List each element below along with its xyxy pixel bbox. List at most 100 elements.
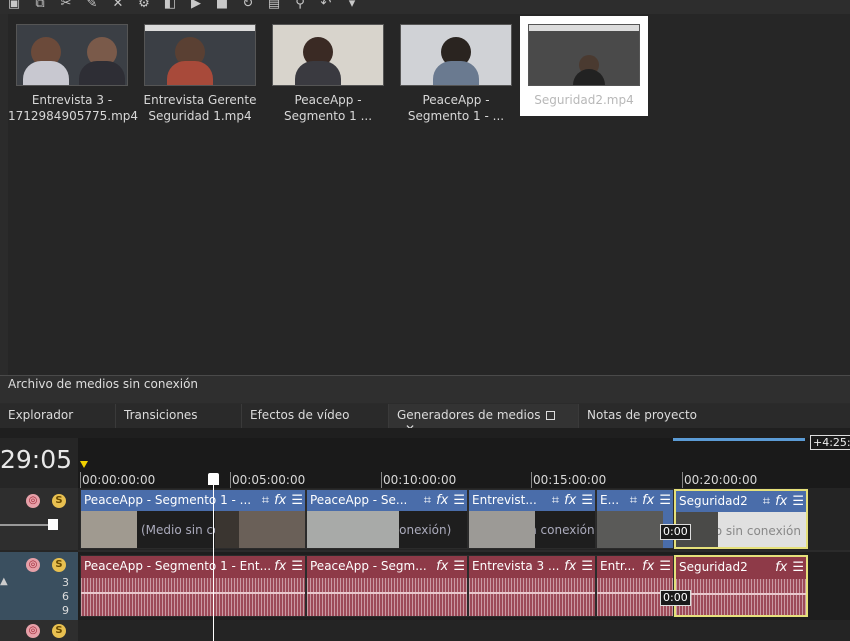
clip-icons: ⌗ fx ☰ (257, 490, 303, 511)
fx-icon[interactable]: fx (642, 490, 654, 511)
video-clip[interactable]: PeaceApp - Se... ⌗fx☰ (Medio sin conexió… (306, 489, 468, 549)
media-item[interactable]: PeaceApp - Segmento 1 ... (264, 16, 392, 123)
audio-clip[interactable]: PeaceApp - Segmento 1 - Ent... fx ☰ (80, 555, 306, 617)
video-frame (239, 511, 305, 548)
crop-icon[interactable]: ⌗ (552, 490, 559, 511)
menu-icon[interactable]: ☰ (581, 490, 593, 511)
audio-clip[interactable]: PeaceApp - Segm... fx ☰ (306, 555, 468, 617)
audio-clip[interactable]: Entr... fx ☰ (596, 555, 674, 617)
undo-icon[interactable]: ↶ (316, 0, 336, 10)
slider-handle[interactable] (48, 519, 58, 530)
gear-icon[interactable]: ⚙ (134, 0, 154, 10)
marker-icon[interactable] (80, 461, 88, 468)
stop-icon[interactable]: ■ (212, 0, 232, 10)
delete-icon[interactable]: ✕ (108, 0, 128, 10)
playhead-handle[interactable] (208, 473, 219, 485)
mute-icon[interactable]: ◎ (26, 558, 40, 572)
audio-track-header: ◎ S ▲ 3 6 9 (0, 552, 78, 620)
video-clip-selected[interactable]: Seguridad2 ⌗ fx ☰ Medio sin conexión (674, 489, 808, 549)
tab-notas-proyecto[interactable]: Notas de proyecto (579, 404, 729, 428)
audio-waveform (81, 578, 305, 616)
menu-icon[interactable]: ☰ (453, 490, 465, 511)
fx-icon[interactable]: fx (564, 490, 576, 511)
fx-icon[interactable]: fx (436, 490, 448, 511)
menu-icon[interactable]: ☰ (792, 557, 804, 578)
capture-icon[interactable]: ⧉ (30, 0, 50, 10)
clip-title: Entr... fx ☰ (597, 556, 673, 577)
fx-icon[interactable]: fx (564, 556, 576, 577)
menu-icon[interactable]: ☰ (659, 490, 671, 511)
empty-track[interactable] (78, 620, 850, 641)
window-tabs: Explorador Transiciones Efectos de vídeo… (0, 404, 850, 436)
menu-icon[interactable]: ☰ (581, 556, 593, 577)
crop-icon[interactable]: ⌗ (630, 490, 637, 511)
video-clip[interactable]: E... ⌗ fx ☰ (596, 489, 674, 549)
clip-icons: ⌗ fx ☰ (625, 490, 671, 511)
tab-efectos-video[interactable]: Efectos de vídeo (242, 404, 389, 428)
playhead-line[interactable] (213, 475, 214, 641)
ruler-tick-label: 00:20:00:00 (684, 473, 758, 487)
clip-title-text: PeaceApp - Segmento 1 - Ent... (84, 559, 272, 573)
media-item-selected[interactable]: Seguridad2.mp4 (520, 16, 648, 116)
level-slider[interactable] (0, 524, 48, 526)
media-thumbnail (400, 24, 512, 86)
fx-icon[interactable]: fx (436, 556, 448, 577)
crop-icon[interactable]: ⌗ (262, 490, 269, 511)
tab-explorador[interactable]: Explorador (0, 404, 116, 428)
video-clip[interactable]: Entrevist... ⌗ fx ☰ (Medio sin conexión) (468, 489, 596, 549)
zoom-icon[interactable]: ⚲ (290, 0, 310, 10)
solo-icon[interactable]: S (52, 558, 66, 572)
solo-icon[interactable]: S (52, 494, 66, 508)
dropdown-icon[interactable]: ▾ (342, 0, 362, 10)
range-end-label: +4:25: (810, 435, 850, 450)
crop-icon[interactable]: ⌗ (763, 491, 770, 512)
fx-icon[interactable]: ◧ (160, 0, 180, 10)
clip-title: PeaceApp - Segmento 1 - Ent... fx ☰ (81, 556, 305, 577)
tab-transiciones[interactable]: Transiciones (116, 404, 242, 428)
menu-icon[interactable]: ☰ (659, 556, 671, 577)
audio-clip[interactable]: Entrevista 3 ... fx ☰ (468, 555, 596, 617)
ruler-tick (531, 472, 532, 488)
screenshot-icon[interactable]: ▤ (264, 0, 284, 10)
undock-icon[interactable] (546, 411, 556, 420)
mute-icon[interactable]: ◎ (26, 624, 40, 638)
solo-icon[interactable]: S (52, 624, 66, 638)
menu-icon[interactable]: ☰ (453, 556, 465, 577)
clip-icons: fx ☰ (771, 557, 804, 578)
media-thumbnail (272, 24, 384, 86)
fx-icon[interactable]: fx (274, 556, 286, 577)
fx-icon[interactable]: fx (274, 490, 286, 511)
video-clip[interactable]: PeaceApp - Segmento 1 - ... ⌗ fx ☰ (Medio … (80, 489, 306, 549)
fx-icon[interactable]: fx (775, 557, 787, 578)
cut-icon[interactable]: ✂ (56, 0, 76, 10)
audio-clip-selected[interactable]: Seguridad2 fx ☰ (674, 555, 808, 617)
clip-title-text: E... (600, 493, 620, 507)
menu-icon[interactable]: ☰ (291, 556, 303, 577)
mute-icon[interactable]: ◎ (26, 494, 40, 508)
clip-title-text: Seguridad2 (679, 560, 748, 574)
paint-icon[interactable]: ✎ (82, 0, 102, 10)
media-item[interactable]: PeaceApp - Segmento 1 - ... (392, 16, 520, 123)
audio-waveform (676, 579, 806, 615)
tab-generadores-medios[interactable]: Generadores de medios✕ (389, 404, 579, 436)
import-icon[interactable]: ▣ (4, 0, 24, 10)
clip-title: PeaceApp - Se... ⌗ fx ☰ (307, 490, 467, 511)
ruler-tick-label: 00:15:00:00 (533, 473, 607, 487)
clip-title: PeaceApp - Segmento 1 - ... ⌗ fx ☰ (81, 490, 305, 511)
menu-icon[interactable]: ☰ (291, 490, 303, 511)
clip-icons: ⌗ fx ☰ (547, 490, 593, 511)
media-item[interactable]: Entrevista 3 - 1712984905775.mp4 (8, 16, 138, 123)
fx-icon[interactable]: fx (775, 491, 787, 512)
ruler-tick-label: 00:05:00:00 (232, 473, 306, 487)
db-label: 9 (62, 604, 69, 617)
loop-region-bar[interactable] (673, 438, 805, 441)
media-item[interactable]: Entrevista Gerente Seguridad 1.mp4 (136, 16, 264, 123)
waveform-center (307, 592, 467, 594)
fx-icon[interactable]: fx (642, 556, 654, 577)
menu-icon[interactable]: ☰ (792, 491, 804, 512)
crop-icon[interactable]: ⌗ (424, 490, 431, 511)
play-icon[interactable]: ▶ (186, 0, 206, 10)
collapse-icon[interactable]: ▲ (0, 576, 8, 587)
run-icon[interactable]: ↻ (238, 0, 258, 10)
media-thumbnail (144, 24, 256, 86)
